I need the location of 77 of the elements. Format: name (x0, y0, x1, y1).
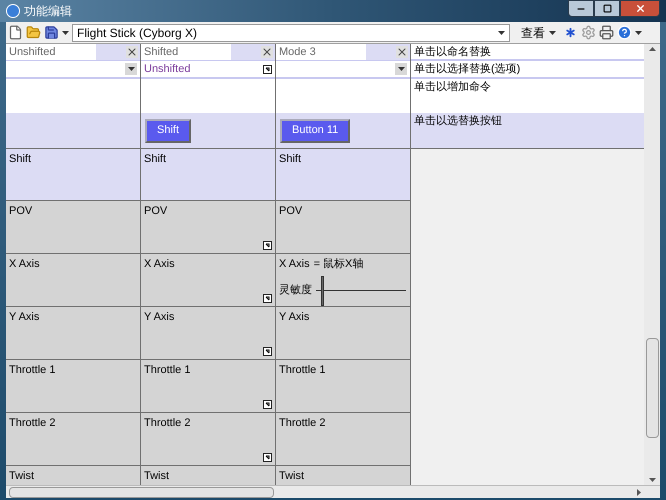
window-title: 功能编辑 (24, 3, 72, 20)
command-cell[interactable] (276, 79, 410, 113)
profile-dropdown[interactable]: Flight Stick (Cyborg X) (72, 24, 510, 42)
hint-text: 单击以选择替换(选项) (414, 63, 520, 75)
control-label: Throttle 2 (144, 416, 190, 431)
link-icon[interactable] (263, 453, 272, 462)
help-icon[interactable] (617, 25, 632, 40)
control-label: Y Axis (279, 310, 310, 325)
command-cell[interactable] (6, 79, 140, 113)
control-label: POV (144, 204, 168, 219)
scroll-thumb[interactable] (646, 338, 658, 438)
button-cell[interactable]: Shift (141, 113, 275, 148)
hint-text: 单击以命名替换 (414, 46, 491, 58)
command-cell[interactable] (141, 79, 275, 113)
maximize-icon (602, 4, 612, 13)
control-label: X Axis (279, 257, 310, 272)
view-menu[interactable]: 查看 (517, 24, 560, 42)
link-icon[interactable] (263, 241, 272, 250)
caret-icon (398, 67, 404, 71)
control-label: X Axis (9, 257, 40, 272)
mode-dropdown[interactable] (395, 63, 407, 75)
source-mode-text: Unshifted (144, 62, 190, 77)
control-label: Twist (279, 469, 304, 484)
caret-icon (498, 30, 505, 34)
control-label: Y Axis (9, 310, 40, 325)
control-label: Throttle 2 (279, 416, 326, 431)
mapping-text: = 鼠标X轴 (314, 257, 364, 272)
link-icon[interactable] (263, 294, 272, 303)
minimize-button[interactable] (568, 0, 594, 17)
new-file-icon[interactable] (8, 25, 23, 40)
button-cell[interactable]: Button 11 (276, 113, 410, 148)
link-icon[interactable] (263, 347, 272, 356)
mode-name-field[interactable]: Shifted (141, 44, 231, 60)
control-label: POV (9, 204, 32, 219)
hint-text: 单击以增加命令 (414, 81, 491, 93)
close-icon[interactable] (396, 46, 408, 58)
control-label: Throttle 2 (9, 416, 56, 431)
control-label: Throttle 1 (279, 363, 326, 378)
control-label: POV (279, 204, 302, 219)
link-icon[interactable] (263, 64, 272, 74)
control-label: Twist (144, 469, 170, 484)
button-cell[interactable] (6, 113, 140, 148)
printer-icon[interactable] (599, 25, 614, 40)
scroll-right-icon[interactable] (637, 488, 641, 496)
close-icon[interactable] (126, 46, 138, 58)
caret-icon (635, 30, 642, 34)
mode-name-field[interactable]: Mode 3 (276, 44, 366, 60)
vertical-scrollbar[interactable] (644, 44, 660, 485)
sensitivity-slider[interactable] (316, 276, 406, 306)
control-label: Throttle 1 (9, 363, 56, 378)
mode-button[interactable]: Button 11 (280, 118, 350, 142)
mode-name-field[interactable]: Unshifted (6, 44, 96, 60)
control-label: Y Axis (144, 310, 174, 325)
control-label: Shift (9, 152, 32, 167)
close-button[interactable] (620, 0, 660, 17)
mode-button[interactable]: Shift (145, 118, 192, 142)
scroll-down-icon[interactable] (648, 478, 656, 482)
slider-thumb[interactable] (320, 276, 324, 306)
maximize-button[interactable] (594, 0, 620, 17)
mode-dropdown[interactable] (125, 63, 137, 75)
scroll-up-icon[interactable] (648, 47, 656, 51)
hint-text: 单击以选替换按钮 (414, 115, 502, 127)
app-icon (6, 4, 20, 18)
close-icon (634, 3, 646, 14)
slider-label: 灵敏度 (279, 282, 312, 298)
save-icon[interactable] (44, 25, 59, 40)
caret-icon (62, 30, 69, 34)
caret-icon (128, 67, 134, 71)
close-icon[interactable] (261, 46, 273, 58)
control-label: Twist (9, 469, 34, 484)
horizontal-scrollbar[interactable] (6, 485, 660, 498)
control-label: Shift (279, 152, 302, 167)
control-label: Shift (144, 152, 166, 167)
caret-icon (549, 30, 556, 34)
link-icon[interactable] (263, 400, 272, 409)
control-label: X Axis (144, 257, 175, 272)
control-label: Throttle 1 (144, 363, 190, 378)
